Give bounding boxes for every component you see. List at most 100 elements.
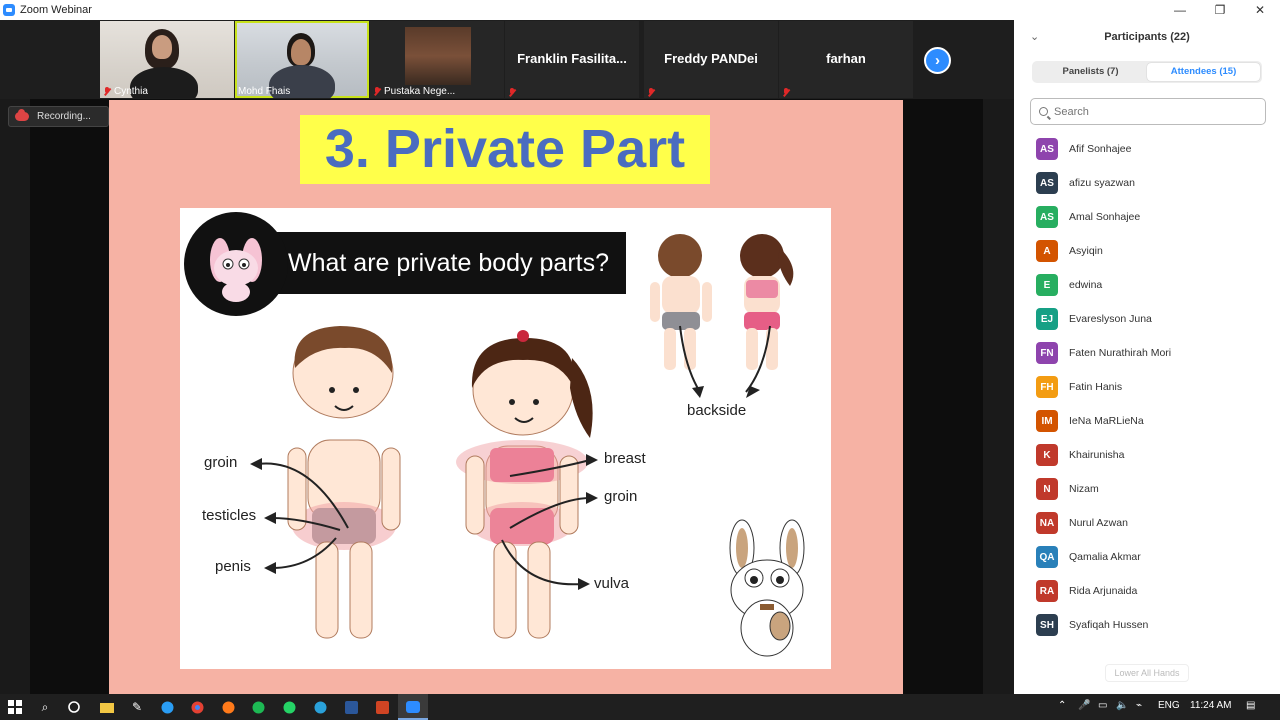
participant-row[interactable]: IM IeNa MaRLieNa	[1036, 404, 1266, 438]
avatar: AS	[1036, 172, 1058, 194]
tile-name: Mohd Fhais	[238, 86, 291, 97]
body-parts-figure	[250, 234, 805, 657]
avatar: N	[1036, 478, 1058, 500]
word-icon[interactable]	[342, 698, 360, 716]
window-controls: — ❐ ✕	[1160, 0, 1280, 20]
whatsapp-icon[interactable]	[280, 698, 298, 716]
participants-panel: ⌄ Participants (22) Panelists (7) Attend…	[1014, 20, 1280, 694]
participant-row[interactable]: FN Faten Nurathirah Mori	[1036, 336, 1266, 370]
participant-name: Afif Sonhajee	[1069, 143, 1132, 155]
participant-row[interactable]: QA Qamalia Akmar	[1036, 540, 1266, 574]
tab-panelists[interactable]: Panelists (7)	[1034, 63, 1147, 81]
video-tile-franklin[interactable]: Franklin Fasilita...	[505, 21, 639, 98]
participant-row[interactable]: Eedwina	[1036, 268, 1266, 302]
muted-mic-icon	[103, 87, 111, 96]
chevron-right-icon: ›	[935, 52, 940, 69]
edge-icon[interactable]	[158, 698, 176, 716]
tile-name	[508, 88, 516, 97]
participants-title: Participants (22)	[1104, 31, 1190, 43]
participant-tabs: Panelists (7) Attendees (15)	[1032, 61, 1262, 83]
participant-name: edwina	[1069, 279, 1103, 291]
participant-row[interactable]: RA Rida Arjunaida	[1036, 574, 1266, 608]
battery-icon[interactable]: ▭	[1098, 700, 1107, 711]
powerpoint-icon[interactable]	[373, 698, 391, 716]
label-penis: penis	[215, 558, 251, 575]
participant-name: IeNa MaRLieNa	[1069, 415, 1144, 427]
minimize-button[interactable]: —	[1160, 0, 1200, 20]
participant-row[interactable]: EJ Evareslyson Juna	[1036, 302, 1266, 336]
chrome-icon[interactable]	[188, 698, 206, 716]
girl-front-figure	[456, 330, 593, 639]
participant-row[interactable]: AS afizu syazwan	[1036, 166, 1266, 200]
search-icon[interactable]: ⌕	[36, 698, 54, 716]
muted-mic-icon	[782, 88, 790, 97]
avatar: FH	[1036, 376, 1058, 398]
muted-mic-icon	[373, 87, 381, 96]
participant-row[interactable]: SH Syafiqah Hussen	[1036, 608, 1266, 642]
video-tile-pustaka[interactable]: Pustaka Nege...	[370, 21, 504, 98]
label-backside: backside	[687, 402, 747, 419]
search-input[interactable]	[1054, 105, 1244, 118]
video-tile-farhan[interactable]: farhan	[779, 21, 913, 98]
video-tile-freddy[interactable]: Freddy PANDei	[644, 21, 778, 98]
avatar: A	[1036, 240, 1058, 262]
video-strip: Cynthia Mohd Fhais Pustaka Nege... Frank…	[0, 20, 1014, 99]
file-explorer-icon[interactable]	[98, 698, 116, 716]
zoom-icon[interactable]	[404, 698, 422, 716]
cortana-icon[interactable]	[65, 698, 83, 716]
participant-row[interactable]: N Nizam	[1036, 472, 1266, 506]
clock[interactable]: 11:24 AM	[1190, 700, 1232, 711]
participant-row[interactable]: FH Fatin Hanis	[1036, 370, 1266, 404]
participant-name: Qamalia Akmar	[1069, 551, 1141, 563]
restore-button[interactable]: ❐	[1200, 0, 1240, 20]
avatar: IM	[1036, 410, 1058, 432]
avatar: NA	[1036, 512, 1058, 534]
windows-start-icon[interactable]	[6, 698, 24, 716]
tab-attendees[interactable]: Attendees (15)	[1147, 63, 1260, 81]
notifications-icon[interactable]: ▤	[1246, 700, 1255, 711]
participant-row[interactable]: K Khairunisha	[1036, 438, 1266, 472]
spotify-icon[interactable]	[249, 698, 267, 716]
boy-back-figure	[650, 234, 712, 370]
bunny-illustration	[729, 519, 805, 657]
firefox-icon[interactable]	[219, 698, 237, 716]
participant-row[interactable]: A Asyiqin	[1036, 234, 1266, 268]
tray-chevron-icon[interactable]: ⌃	[1058, 700, 1066, 711]
avatar: AS	[1036, 206, 1058, 228]
close-button[interactable]: ✕	[1240, 0, 1280, 20]
lower-all-hands-button[interactable]: Lower All Hands	[1105, 664, 1189, 682]
zoom-app-icon	[3, 4, 15, 16]
language-indicator[interactable]: ENG	[1158, 700, 1180, 711]
panel-header: ⌄ Participants (22)	[1014, 28, 1280, 50]
network-icon[interactable]: ⌁	[1136, 700, 1142, 711]
avatar: AS	[1036, 138, 1058, 160]
participant-name: Faten Nurathirah Mori	[1069, 347, 1172, 359]
participant-row[interactable]: NA Nurul Azwan	[1036, 506, 1266, 540]
search-icon	[1039, 107, 1048, 116]
participant-name: Amal Sonhajee	[1069, 211, 1141, 223]
slide-title: 3. Private Part	[300, 115, 710, 184]
volume-icon[interactable]: 🔈	[1116, 700, 1128, 711]
video-tile-cynthia[interactable]: Cynthia	[100, 21, 234, 98]
participant-search[interactable]	[1030, 98, 1266, 125]
label-groin-left: groin	[204, 454, 238, 471]
tile-name	[782, 88, 790, 97]
muted-mic-icon	[508, 88, 516, 97]
video-tile-mohd-fhais[interactable]: Mohd Fhais	[235, 21, 369, 98]
next-videos-button[interactable]: ›	[924, 47, 951, 74]
muted-mic-icon	[647, 88, 655, 97]
window-title: Zoom Webinar	[20, 4, 92, 16]
participant-name: Nizam	[1069, 483, 1099, 495]
windows-taskbar: ⌕ ✎ ⌃ 🎤 ▭ 🔈 ⌁ ENG 11:24 AM ▤	[0, 694, 1280, 720]
label-vulva: vulva	[594, 575, 630, 592]
avatar: QA	[1036, 546, 1058, 568]
microphone-icon[interactable]: 🎤	[1078, 700, 1090, 711]
telegram-icon[interactable]	[311, 698, 329, 716]
tile-name: Pustaka Nege...	[373, 86, 455, 97]
participant-name: Evareslyson Juna	[1069, 313, 1152, 325]
recording-indicator[interactable]: Recording...	[8, 106, 109, 127]
pen-app-icon[interactable]: ✎	[128, 698, 146, 716]
participant-row[interactable]: AS Afif Sonhajee	[1036, 132, 1266, 166]
label-groin-right: groin	[604, 488, 638, 505]
participant-row[interactable]: AS Amal Sonhajee	[1036, 200, 1266, 234]
